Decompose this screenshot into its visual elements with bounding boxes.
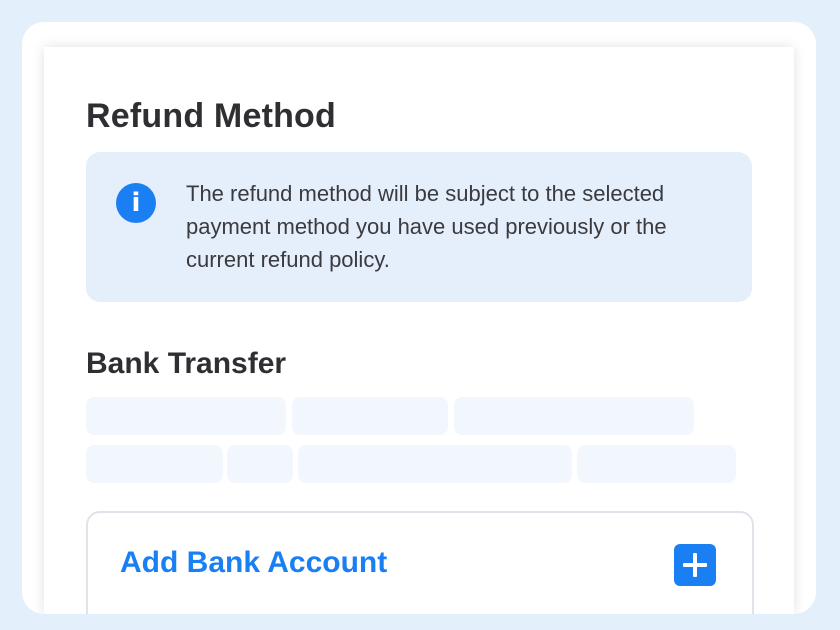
skeleton-bar: [298, 445, 572, 483]
skeleton-bar: [227, 445, 293, 483]
page-title: Refund Method: [86, 97, 336, 135]
skeleton-bar: [86, 397, 286, 435]
plus-icon[interactable]: [674, 544, 716, 586]
bank-transfer-title: Bank Transfer: [86, 347, 287, 380]
skeleton-bar: [86, 445, 223, 483]
info-box: i The refund method will be subject to t…: [86, 152, 752, 302]
skeleton-bar: [292, 397, 448, 435]
skeleton-bar: [577, 445, 736, 483]
outer-frame: Refund Method i The refund method will b…: [22, 22, 816, 614]
skeleton-bar: [454, 397, 694, 435]
add-bank-account-button[interactable]: Add Bank Account: [86, 511, 754, 614]
add-bank-account-label: Add Bank Account: [120, 546, 388, 579]
info-text: The refund method will be subject to the…: [186, 181, 667, 272]
info-icon: i: [116, 183, 156, 223]
refund-method-panel: Refund Method i The refund method will b…: [44, 47, 794, 614]
